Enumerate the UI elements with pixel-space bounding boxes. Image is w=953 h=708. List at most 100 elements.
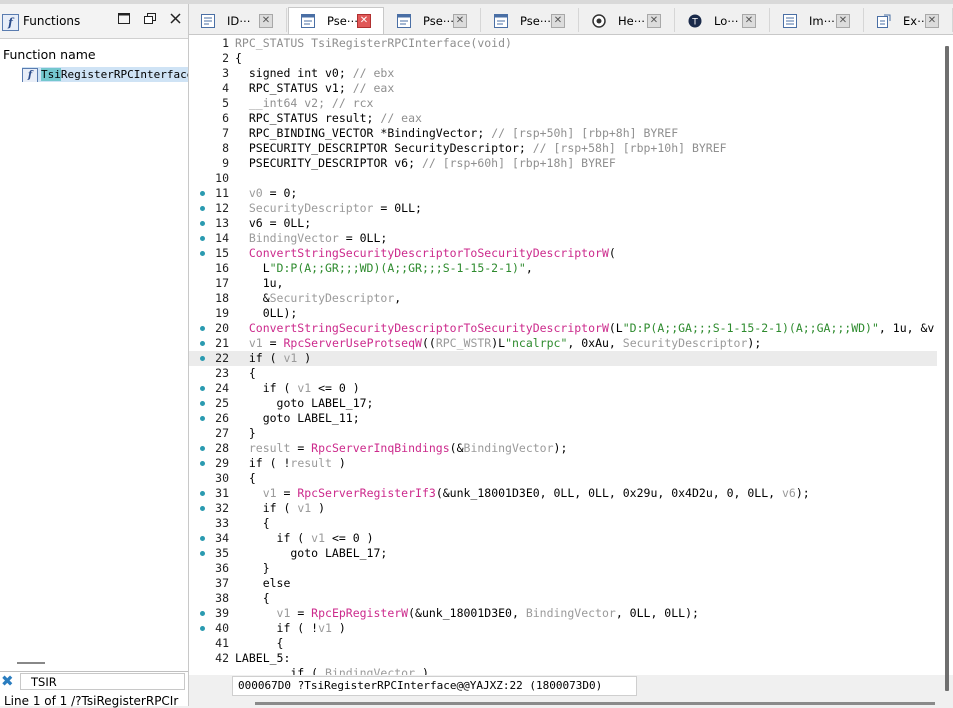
code-line[interactable]: 12 SecurityDescriptor = 0LL; <box>189 201 937 216</box>
line-number: 6 <box>222 111 229 125</box>
horizontal-scrollbar[interactable] <box>255 702 935 705</box>
close-tab-icon[interactable]: ✕ <box>742 14 756 28</box>
code-line[interactable]: 9 PSECURITY_DESCRIPTOR v6; // [rsp+60h] … <box>189 156 937 171</box>
code-line[interactable]: 36 } <box>189 561 937 576</box>
code-text: goto LABEL_11; <box>235 411 360 425</box>
code-line[interactable]: 15 ConvertStringSecurityDescriptorToSecu… <box>189 246 937 261</box>
code-line[interactable]: 4 RPC_STATUS v1; // eax <box>189 81 937 96</box>
code-line[interactable]: 2{ <box>189 51 937 66</box>
tab-pseudocode-3[interactable]: Pse⋯ ✕ <box>385 8 481 32</box>
code-line[interactable]: 7 RPC_BINDING_VECTOR *BindingVector; // … <box>189 126 937 141</box>
code-line[interactable]: 11 v0 = 0; <box>189 186 937 201</box>
quick-filter-input[interactable]: TSIR <box>20 673 185 690</box>
code-text: RPC_BINDING_VECTOR *BindingVector; // [r… <box>235 126 679 140</box>
line-number: 5 <box>222 96 229 110</box>
code-line[interactable]: 13 v6 = 0LL; <box>189 216 937 231</box>
close-tab-icon[interactable]: ✕ <box>647 14 661 28</box>
code-line[interactable]: 25 goto LABEL_17; <box>189 396 937 411</box>
maximize-icon[interactable] <box>117 13 131 27</box>
code-text: v1 = RpcServerUseProtseqW((RPC_WSTR)L"nc… <box>235 336 762 350</box>
code-line[interactable]: 3 signed int v0; // ebx <box>189 66 937 81</box>
code-line[interactable]: 35 goto LABEL_17; <box>189 546 937 561</box>
splitter-handle[interactable] <box>17 662 45 664</box>
code-text: RPC_STATUS TsiRegisterRPCInterface(void) <box>235 36 512 50</box>
code-text: 1u, <box>235 276 284 290</box>
tab-exports-8[interactable]: Ex⋯ ✕ <box>865 8 953 32</box>
code-line[interactable]: 39 v1 = RpcEpRegisterW(&unk_18001D3E0, B… <box>189 606 937 621</box>
code-line[interactable]: 32 if ( v1 ) <box>189 501 937 516</box>
code-line[interactable]: 33 { <box>189 516 937 531</box>
code-line[interactable]: 19 0LL); <box>189 306 937 321</box>
code-text: goto LABEL_17; <box>235 546 388 560</box>
code-line[interactable]: 37 else <box>189 576 937 591</box>
code-text: if ( !v1 ) <box>235 621 346 635</box>
line-number: 34 <box>215 531 229 545</box>
code-line[interactable]: 24 if ( v1 <= 0 ) <box>189 381 937 396</box>
line-number: 29 <box>215 456 229 470</box>
line-number: 26 <box>215 411 229 425</box>
function-name-column-header[interactable]: Function name <box>3 47 96 62</box>
scrollbar-thumb[interactable] <box>945 46 949 691</box>
pseudocode-view[interactable]: 1 RPC_STATUS TsiRegisterRPCInterface(void… <box>189 35 953 675</box>
close-tab-icon[interactable]: ✕ <box>259 14 273 28</box>
code-line[interactable]: 40 if ( !v1 ) <box>189 621 937 636</box>
close-icon[interactable] <box>168 13 182 27</box>
code-line[interactable]: if ( BindingVector ) <box>189 666 937 675</box>
line-number: 42 <box>215 651 229 665</box>
close-tab-icon[interactable]: ✕ <box>925 14 939 28</box>
line-number: 38 <box>215 591 229 605</box>
svg-text:T: T <box>691 18 698 28</box>
code-line[interactable]: 31 v1 = RpcServerRegisterIf3(&unk_18001D… <box>189 486 937 501</box>
tab-label: Lo⋯ <box>714 14 739 28</box>
line-number: 27 <box>215 426 229 440</box>
code-text: { <box>235 51 242 65</box>
tab-pseudocode-2[interactable]: Pse⋯ ✕ <box>288 7 384 34</box>
close-tab-icon[interactable]: ✕ <box>357 14 371 28</box>
code-line[interactable]: 38 { <box>189 591 937 606</box>
code-line[interactable]: 1 RPC_STATUS TsiRegisterRPCInterface(void… <box>189 36 937 51</box>
code-line[interactable]: 29 if ( !result ) <box>189 456 937 471</box>
line-number: 11 <box>215 186 229 200</box>
exports-icon <box>877 14 891 28</box>
code-line[interactable]: 23 { <box>189 366 937 381</box>
code-line[interactable]: 5 __int64 v2; // rcx <box>189 96 937 111</box>
tab-local-types-6[interactable]: T Lo⋯ ✕ <box>676 8 770 32</box>
code-line[interactable]: 30 { <box>189 471 937 486</box>
code-line[interactable]: 34 if ( v1 <= 0 ) <box>189 531 937 546</box>
code-text: if ( v1 ) <box>235 501 326 515</box>
clear-search-icon[interactable]: ✖ <box>1 674 15 689</box>
tab-ida-view-1[interactable]: ID⋯ ✕ <box>189 8 287 32</box>
close-tab-icon[interactable]: ✕ <box>551 14 565 28</box>
hex-view-icon <box>592 14 606 28</box>
tab-label: He⋯ <box>618 14 646 28</box>
code-line[interactable]: 8 PSECURITY_DESCRIPTOR SecurityDescripto… <box>189 141 937 156</box>
function-list-item[interactable]: f TsiRegisterRPCInterface( <box>22 67 188 82</box>
code-line[interactable]: 41 { <box>189 636 937 651</box>
code-line[interactable]: 26 goto LABEL_11; <box>189 411 937 426</box>
code-line[interactable]: 28 result = RpcServerInqBindings(&Bindin… <box>189 441 937 456</box>
code-line[interactable]: 42 LABEL_5: <box>189 651 937 666</box>
code-line[interactable]: 21 v1 = RpcServerUseProtseqW((RPC_WSTR)L… <box>189 336 937 351</box>
line-number: 21 <box>215 336 229 350</box>
code-line[interactable]: 18 &SecurityDescriptor, <box>189 291 937 306</box>
code-line[interactable]: 20 ConvertStringSecurityDescriptorToSecu… <box>189 321 937 336</box>
code-line[interactable]: 14 BindingVector = 0LL; <box>189 231 937 246</box>
code-line[interactable]: 10 <box>189 171 937 186</box>
code-line[interactable]: 27 } <box>189 426 937 441</box>
close-tab-icon[interactable]: ✕ <box>836 14 850 28</box>
tab-imports-7[interactable]: Im⋯ ✕ <box>771 8 864 32</box>
code-line[interactable]: 6 RPC_STATUS result; // eax <box>189 111 937 126</box>
tab-label: Pse⋯ <box>520 14 552 28</box>
code-line[interactable]: 17 1u, <box>189 276 937 291</box>
function-icon: f <box>2 14 19 31</box>
vertical-scrollbar[interactable] <box>935 46 949 696</box>
code-text: RPC_STATUS result; // eax <box>235 111 422 125</box>
tab-pseudocode-4[interactable]: Pse⋯ ✕ <box>482 8 579 32</box>
tab-hex-view-5[interactable]: He⋯ ✕ <box>580 8 675 32</box>
code-line[interactable]: 22 if ( v1 ) <box>189 351 937 366</box>
close-tab-icon[interactable]: ✕ <box>453 14 467 28</box>
line-number: 24 <box>215 381 229 395</box>
code-text: LABEL_5: <box>235 651 291 665</box>
code-line[interactable]: 16 L"D:P(A;;GR;;;WD)(A;;GR;;;S-1-15-2-1)… <box>189 261 937 276</box>
float-window-icon[interactable] <box>143 13 157 27</box>
